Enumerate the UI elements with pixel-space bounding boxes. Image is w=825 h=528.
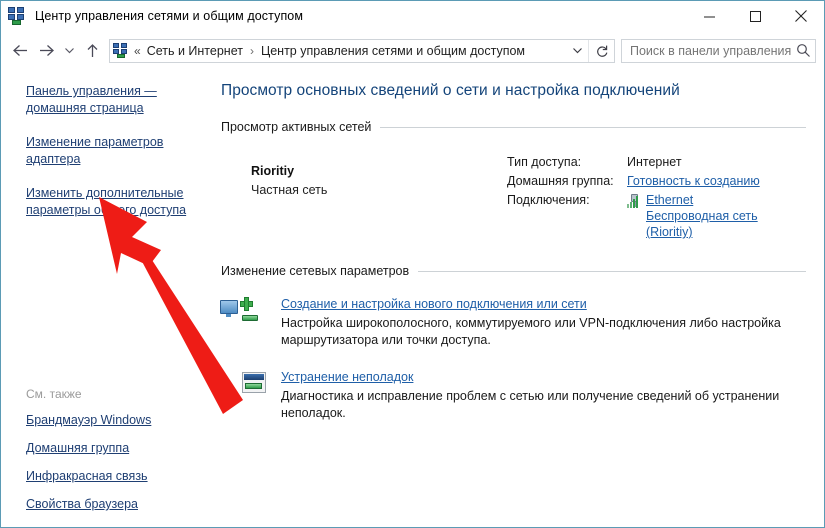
task-troubleshoot[interactable]: Устранение неполадок Диагностика и испра…	[221, 369, 812, 422]
active-networks-header: Просмотр активных сетей	[221, 120, 812, 134]
task-link-troubleshoot[interactable]: Устранение неполадок	[281, 370, 812, 384]
search-input[interactable]	[622, 43, 791, 58]
address-bar[interactable]: « Сеть и Интернет › Центр управления сет…	[109, 38, 615, 63]
header-divider	[418, 270, 806, 272]
sidebar-item-change-adapter-settings[interactable]: Изменение параметров адаптера	[1, 134, 201, 168]
window-title: Центр управления сетями и общим доступом	[35, 9, 304, 23]
header-divider	[380, 126, 806, 128]
window-body: Панель управления — домашняя страница Из…	[1, 69, 824, 527]
see-also-item-internet-options[interactable]: Свойства браузера	[26, 496, 213, 512]
breadcrumb-item-network-sharing-center[interactable]: Центр управления сетями и общим доступом	[260, 44, 526, 58]
up-icon[interactable]	[79, 38, 105, 64]
network-type: Частная сеть	[251, 183, 328, 197]
address-chevron-down-icon[interactable]	[566, 40, 588, 62]
close-button[interactable]	[778, 1, 824, 32]
access-type-row: Тип доступа: Интернет	[507, 154, 812, 171]
change-settings-header: Изменение сетевых параметров	[221, 264, 812, 278]
connections-row: Подключения: Ethernet Беспроводная сеть …	[507, 192, 812, 240]
active-network-row: Rioritiy Частная сеть Тип доступа: Интер…	[221, 152, 812, 242]
new-connection-icon	[220, 296, 271, 328]
see-also-title: См. также	[26, 387, 82, 401]
see-also-item-homegroup[interactable]: Домашняя группа	[26, 440, 213, 456]
breadcrumb-separator-icon[interactable]: ›	[244, 44, 260, 58]
connections-list: Ethernet Беспроводная сеть (Rioritiy)	[627, 192, 796, 240]
wifi-bars-icon	[627, 196, 642, 224]
connection-item-wireless[interactable]: Беспроводная сеть (Rioritiy)	[627, 196, 796, 240]
back-icon[interactable]	[7, 38, 33, 64]
see-also-item-infrared[interactable]: Инфракрасная связь	[26, 468, 213, 484]
maximize-button[interactable]	[732, 1, 778, 32]
address-network-icon	[113, 42, 129, 59]
search-box[interactable]	[621, 38, 816, 63]
sidebar-item-control-panel-home[interactable]: Панель управления — домашняя страница	[1, 83, 201, 117]
refresh-icon[interactable]	[588, 39, 614, 62]
active-networks-header-label: Просмотр активных сетей	[221, 120, 372, 134]
connections-label: Подключения:	[507, 193, 590, 207]
task-description-troubleshoot: Диагностика и исправление проблем с сеть…	[281, 389, 780, 420]
forward-icon[interactable]	[33, 38, 59, 64]
active-network-details: Тип доступа: Интернет Домашняя группа: Г…	[507, 152, 812, 242]
main-content: Просмотр основных сведений о сети и наст…	[213, 69, 824, 527]
sidebar-item-change-advanced-sharing-settings[interactable]: Изменить дополнительные параметры общего…	[1, 185, 201, 219]
change-settings-header-label: Изменение сетевых параметров	[221, 264, 410, 278]
access-type-label: Тип доступа:	[507, 155, 582, 169]
search-icon[interactable]	[791, 43, 815, 58]
breadcrumb-overflow-icon[interactable]: «	[133, 44, 146, 58]
homegroup-row: Домашняя группа: Готовность к созданию	[507, 173, 812, 190]
minimize-button[interactable]	[686, 1, 732, 32]
control-panel-window: Центр управления сетями и общим доступом	[0, 0, 825, 528]
network-sharing-icon	[8, 7, 26, 25]
connection-link-wireless[interactable]: Беспроводная сеть (Rioritiy)	[646, 208, 796, 240]
see-also-item-windows-firewall[interactable]: Брандмауэр Windows	[26, 412, 213, 428]
task-link-new-connection[interactable]: Создание и настройка нового подключения …	[281, 297, 812, 311]
sidebar: Панель управления — домашняя страница Из…	[1, 69, 213, 527]
recent-locations-chevron-down-icon[interactable]	[59, 38, 79, 64]
troubleshoot-icon	[239, 369, 271, 401]
task-new-connection[interactable]: Создание и настройка нового подключения …	[220, 296, 812, 349]
network-name: Rioritiy	[251, 164, 295, 178]
navigation-bar: « Сеть и Интернет › Центр управления сет…	[1, 32, 824, 69]
access-type-value: Интернет	[627, 155, 682, 169]
connection-link-ethernet[interactable]: Ethernet	[646, 192, 693, 208]
page-title: Просмотр основных сведений о сети и наст…	[221, 82, 680, 99]
task-description-new-connection: Настройка широкополосного, коммутируемог…	[281, 316, 781, 347]
connection-item-ethernet[interactable]: Ethernet	[627, 192, 796, 208]
active-network-identity: Rioritiy Частная сеть	[229, 152, 507, 242]
breadcrumb-item-network-internet[interactable]: Сеть и Интернет	[146, 44, 244, 58]
caption-buttons	[686, 1, 824, 32]
homegroup-label: Домашняя группа:	[507, 174, 614, 188]
title-bar: Центр управления сетями и общим доступом	[1, 1, 824, 32]
see-also-section: См. также Брандмауэр Windows Домашняя гр…	[1, 387, 213, 512]
homegroup-value-link[interactable]: Готовность к созданию	[627, 173, 760, 190]
